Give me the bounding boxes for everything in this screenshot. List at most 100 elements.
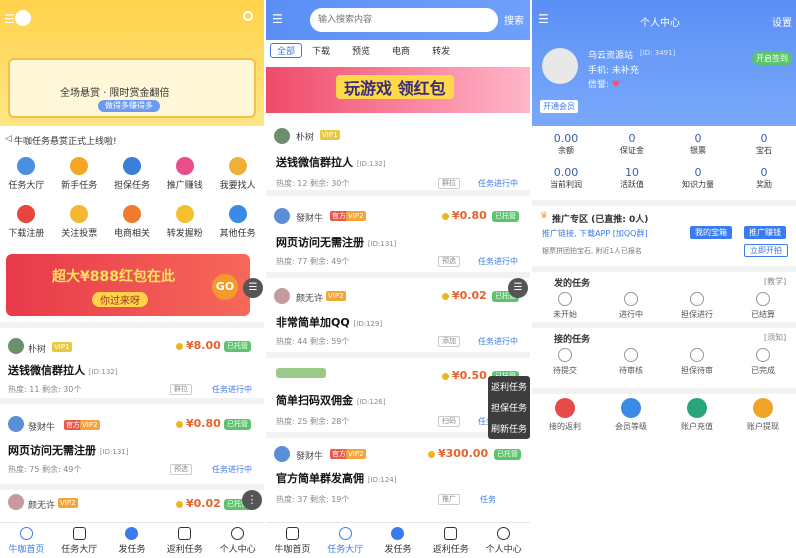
task-card[interactable]: 發财牛 官方 VIP2 ¥300.00 已托管 官方简单群发高佣 [ID:124…	[266, 440, 530, 522]
section-accepted-tasks: 接的任务 [须知]	[532, 322, 796, 345]
tab-profile[interactable]: 个人中心	[477, 523, 530, 558]
filter-tabs: 全部 下载 预览 电商 转发	[266, 40, 530, 60]
filter-ecommerce[interactable]: 电商	[392, 44, 410, 57]
avatar[interactable]	[542, 48, 578, 84]
filter-all[interactable]: 全部	[270, 42, 303, 58]
signin-button[interactable]: 开启签到	[752, 52, 792, 65]
logo-icon	[15, 10, 31, 26]
posted-settled[interactable]: 已结算	[730, 292, 796, 320]
tab-post-task[interactable]: 发任务	[106, 523, 159, 558]
account-withdraw[interactable]: 账户提现	[730, 398, 796, 432]
tab-rebate[interactable]: 返利任务	[158, 523, 211, 558]
tab-home[interactable]: 牛咖首页	[266, 523, 319, 558]
avatar	[8, 494, 24, 510]
task-title: 非常简单加QQ [ID:129]	[276, 316, 383, 329]
task-card[interactable]: 颜无许 VIP2 ¥0.02 已托管 非常简单加QQ [ID:129] 热度: …	[266, 282, 530, 358]
escrow-badge: 已托管	[492, 211, 519, 222]
search-input[interactable]	[310, 8, 498, 32]
posted-tasks-row: 未开始 进行中 担保进行 已结算	[532, 292, 796, 320]
tab-post-task[interactable]: 发任务	[372, 523, 425, 558]
settings-button[interactable]: 设置	[772, 14, 792, 29]
search-icon	[72, 526, 86, 540]
announcement[interactable]: 牛咖任务悬赏正式上线啦!	[14, 134, 117, 147]
task-category: 群拉	[170, 384, 192, 395]
find-people-icon	[228, 157, 247, 175]
stat-gems[interactable]: 0 宝石	[738, 132, 790, 156]
category-find-people[interactable]: 我要找人	[211, 157, 264, 191]
newbie-icon	[70, 157, 89, 175]
menu-icon[interactable]: ☰	[272, 12, 283, 26]
float-menu-guarantee[interactable]: 担保任务	[488, 397, 530, 418]
tab-profile[interactable]: 个人中心	[211, 523, 264, 558]
home-banner[interactable]: ☰ 全场悬赏 · 限时赏金翻倍 做得多赚得多	[0, 0, 264, 126]
header: ☰ 搜索	[266, 0, 530, 40]
posted-guarantee[interactable]: 担保进行	[664, 292, 730, 320]
category-newbie[interactable]: 新手任务	[53, 157, 106, 191]
task-card[interactable]: 朴树 VIP1 ¥8.00 已托管 送钱微信群拉人 [ID:132] 热度: 1…	[0, 330, 264, 404]
promo-go-button[interactable]: GO	[212, 274, 238, 300]
tab-rebate[interactable]: 返利任务	[424, 523, 477, 558]
posted-in-progress[interactable]: 进行中	[598, 292, 664, 320]
promo-line[interactable]: 推广链接, 下载APP [加QQ群]	[542, 228, 648, 239]
gems-button[interactable]: 我的宝箱	[690, 226, 732, 239]
stat-profit[interactable]: 0.00 当前利润	[540, 166, 592, 190]
my-rebates[interactable]: 接的返利	[532, 398, 598, 432]
vip-button[interactable]: 开通会员	[540, 100, 578, 113]
float-menu-icon[interactable]: ☰	[243, 278, 263, 298]
category-forward[interactable]: 转发握粉	[158, 205, 211, 239]
accepted-to-review[interactable]: 待审核	[598, 348, 664, 376]
share-button[interactable]: 立即开拍	[744, 244, 788, 257]
category-download[interactable]: 下载注册	[0, 205, 53, 239]
account-recharge[interactable]: 账户充值	[664, 398, 730, 432]
promote-button[interactable]: 推广赚钱	[744, 226, 786, 239]
more-icon[interactable]: ⋮	[242, 490, 262, 510]
search-button[interactable]: 搜索	[504, 12, 524, 27]
task-card[interactable]: 發财牛 官方 VIP2 ¥0.80 已托管 网页访问无需注册 [ID:131] …	[266, 202, 530, 278]
task-card[interactable]: 發财牛 官方 VIP2 ¥0.80 已托管 网页访问无需注册 [ID:131] …	[0, 410, 264, 490]
category-ecommerce[interactable]: 电商相关	[106, 205, 159, 239]
task-card[interactable]: 朴树 VIP1 送钱微信群拉人 [ID:132] 热度: 12 剩余: 30个 …	[266, 124, 530, 196]
float-menu-icon[interactable]: ☰	[508, 278, 528, 298]
float-menu-rebate[interactable]: 返利任务	[488, 376, 530, 397]
stat-silver[interactable]: 0 银票	[672, 132, 724, 156]
vote-icon	[70, 205, 89, 223]
filter-forward[interactable]: 转发	[432, 44, 450, 57]
stat-deposit[interactable]: 0 保证金	[606, 132, 658, 156]
category-promote[interactable]: 推广赚钱	[158, 157, 211, 191]
menu-icon[interactable]: ☰	[538, 12, 549, 26]
search-icon[interactable]	[243, 11, 253, 21]
game-banner[interactable]: 玩游戏 领红包	[266, 67, 530, 113]
category-task-hall[interactable]: 任务大厅	[0, 157, 53, 191]
tab-home[interactable]: 牛咖首页	[0, 523, 53, 558]
category-grid-row2: 下载注册 关注投票 电商相关 转发握粉 其他任务	[0, 205, 264, 239]
category-guarantee[interactable]: 担保任务	[106, 157, 159, 191]
category-follow-vote[interactable]: 关注投票	[53, 205, 106, 239]
menu-icon[interactable]: ☰	[4, 12, 15, 26]
accepted-completed[interactable]: 已完成	[730, 348, 796, 376]
in-progress-icon	[624, 292, 638, 306]
vip-badge: VIP2	[346, 211, 366, 221]
float-menu-refresh[interactable]: 刷新任务	[488, 418, 530, 439]
tab-task-hall[interactable]: 任务大厅	[53, 523, 106, 558]
task-category: 群拉	[438, 178, 460, 189]
stat-knowledge[interactable]: 0 知识力量	[672, 166, 724, 190]
stat-activity[interactable]: 10 活跃值	[606, 166, 658, 190]
accepted-guarantee-review[interactable]: 担保待审	[664, 348, 730, 376]
accepted-to-submit[interactable]: 待提交	[532, 348, 598, 376]
price: ¥8.00	[186, 339, 221, 352]
task-category: 添加	[438, 336, 460, 347]
posted-not-started[interactable]: 未开始	[532, 292, 598, 320]
promo-banner[interactable]: 超大¥888红包在此 你过来呀 GO	[6, 254, 250, 316]
banner-button[interactable]: 做得多赚得多	[98, 100, 160, 112]
bottom-tab-bar: 牛咖首页 任务大厅 发任务 返利任务 个人中心	[0, 522, 264, 558]
tab-task-hall[interactable]: 任务大厅	[319, 523, 372, 558]
member-level[interactable]: 会员等级	[598, 398, 664, 432]
tutorial-link[interactable]: [教学]	[764, 276, 786, 287]
filter-download[interactable]: 下载	[312, 44, 330, 57]
stat-reward[interactable]: 0 奖励	[738, 166, 790, 190]
stat-balance[interactable]: 0.00 余额	[540, 132, 592, 156]
price: ¥0.50	[452, 369, 487, 382]
notice-link[interactable]: [须知]	[764, 332, 786, 343]
category-other[interactable]: 其他任务	[211, 205, 264, 239]
filter-preview[interactable]: 预览	[352, 44, 370, 57]
